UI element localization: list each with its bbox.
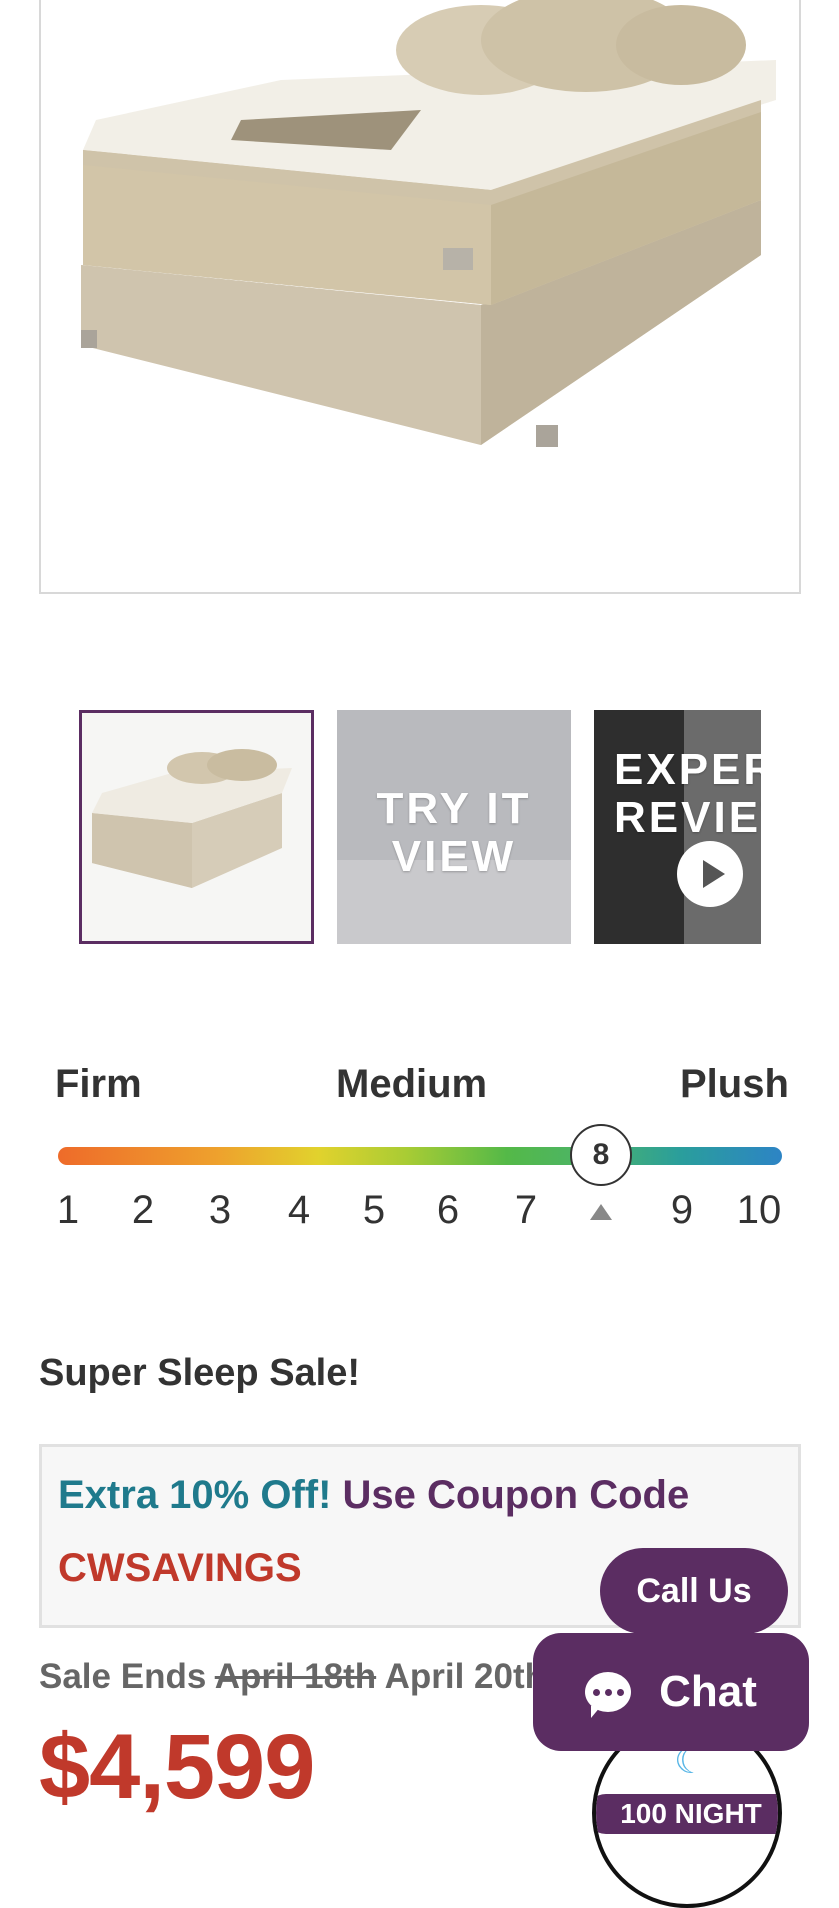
play-icon[interactable] (677, 841, 743, 907)
firmness-label-firm: Firm (55, 1062, 142, 1106)
firmness-indicator: 8 (570, 1124, 632, 1186)
firmness-number: 5 (362, 1188, 386, 1232)
coupon-headline: Extra 10% Off! Use Coupon Code (58, 1473, 689, 1518)
coupon-discount: Extra 10% Off! (58, 1473, 332, 1517)
product-main-image[interactable] (39, 0, 801, 594)
sale-new-date: April 20th (384, 1657, 547, 1696)
coupon-code: CWSAVINGS (58, 1546, 302, 1590)
try-it-view-label: TRY IT VIEW (376, 784, 532, 881)
firmness-number: 9 (670, 1188, 694, 1232)
call-us-button[interactable]: Call Us (600, 1548, 788, 1634)
firmness-label-medium: Medium (336, 1062, 488, 1106)
chat-button-label: Chat (659, 1667, 757, 1716)
firmness-label-plush: Plush (680, 1062, 789, 1106)
expert-review-label: EXPERT REVIEW (614, 745, 761, 842)
trial-badge-text: 100 NIGHT (596, 1794, 778, 1834)
firmness-number: 2 (131, 1188, 155, 1232)
coupon-instruction: Use Coupon Code (342, 1473, 690, 1517)
firmness-number: 4 (287, 1188, 311, 1232)
firmness-number: 6 (436, 1188, 460, 1232)
thumbnail-expert-review[interactable]: EXPERT REVIEW (594, 710, 761, 944)
firmness-gradient-bar (58, 1147, 782, 1165)
firmness-number: 3 (208, 1188, 232, 1232)
sale-title: Super Sleep Sale! (39, 1352, 361, 1394)
mattress-thumbnail-image (92, 749, 292, 888)
firmness-number: 7 (514, 1188, 538, 1232)
sale-ends-label: Sale Ends (39, 1657, 207, 1696)
thumbnail-mattress[interactable] (79, 710, 314, 944)
firmness-pointer-icon (590, 1204, 612, 1220)
chat-bubble-icon (585, 1672, 632, 1718)
mattress-illustration (81, 0, 776, 447)
firmness-number: 10 (736, 1188, 782, 1232)
sale-old-date: April 18th (214, 1657, 377, 1696)
firmness-number: 1 (56, 1188, 80, 1232)
sale-ends: Sale Ends April 18th April 20th (39, 1657, 546, 1697)
product-price: $4,599 (39, 1716, 315, 1818)
chat-button[interactable]: Chat (533, 1633, 809, 1751)
thumbnail-try-it-view[interactable]: TRY IT VIEW (337, 710, 571, 944)
